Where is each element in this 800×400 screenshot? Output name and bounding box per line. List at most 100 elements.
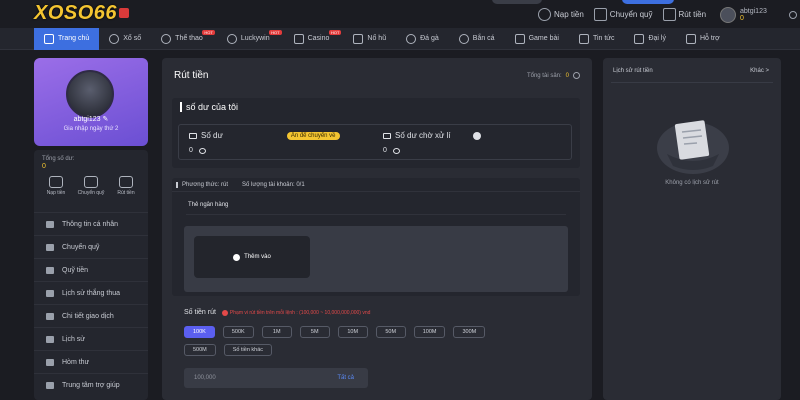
brand-logo[interactable]: XOSO66 [34, 0, 130, 26]
nav-item-sports[interactable]: Thể thao HOT [151, 28, 217, 50]
amount-chip-10m[interactable]: 10M [337, 326, 368, 338]
quick-actions: Nạp tiền Chuyển quỹ Rút tiền [40, 176, 142, 196]
method-header: Phương thức: rút Số lượng tài khoản: 0/1 [172, 178, 580, 192]
hot-badge: HOT [328, 29, 342, 35]
quick-deposit-button[interactable]: Nạp tiền [40, 176, 72, 196]
my-balance-section: số dư của tôi Số dư Ẩn để chuyển về 0 Số… [172, 98, 580, 168]
amount-label-row: Số tiền rút Phạm vi rút tiền trên mỗi lệ… [184, 309, 370, 316]
profile-avatar[interactable] [66, 70, 114, 118]
menu-item-history[interactable]: Lịch sử [34, 327, 148, 350]
amount-chip-5m[interactable]: 5M [299, 326, 330, 338]
nav-item-support[interactable]: Hỗ trợ [676, 28, 730, 50]
balance-value: 0 [189, 147, 193, 154]
hot-badge: HOT [202, 29, 215, 35]
amount-warning: Phạm vi rút tiền trên mỗi lệnh : (100,00… [221, 309, 371, 316]
pending-value-row: 0 [383, 147, 400, 154]
luckywin-icon [226, 33, 237, 44]
menu-item-win-loss[interactable]: Lịch sử thắng thua [34, 281, 148, 304]
nav-label: Game bài [528, 35, 559, 42]
amount-chip-100k[interactable]: 100K [184, 326, 215, 338]
total-assets: Tổng tài sản: 0 [527, 72, 580, 79]
coin-icon [198, 147, 206, 154]
withdraw-all-button[interactable]: Tất cả [337, 375, 354, 381]
amount-chip-50m[interactable]: 50M [375, 326, 406, 338]
amount-chip-500k[interactable]: 500K [222, 326, 254, 338]
cards-icon [514, 33, 525, 44]
history-title: Lịch sử rút tiền [613, 68, 653, 74]
quick-withdraw-button[interactable]: Rút tiền [110, 176, 142, 196]
menu-item-profile[interactable]: Thông tin cá nhân [34, 212, 148, 235]
nav-label: Casino [307, 35, 330, 42]
hide-transfer-badge[interactable]: Ẩn để chuyển về [286, 131, 340, 140]
amount-chip-300m[interactable]: 300M [453, 326, 486, 338]
empty-box-icon [657, 120, 729, 174]
nav-item-casino[interactable]: Casino HOT [284, 28, 344, 50]
tab-bank-card[interactable]: Thẻ ngân hàng [188, 202, 228, 208]
warning-icon [221, 309, 228, 316]
top-transfer-label: Chuyển quỹ [609, 10, 653, 19]
info-icon[interactable] [472, 131, 481, 140]
nav-item-cards[interactable]: Game bài [505, 28, 569, 50]
total-balance-value: 0 [42, 163, 46, 170]
casino-icon [293, 33, 304, 44]
amount-input-placeholder: 100,000 [194, 375, 216, 381]
nav-item-slots[interactable]: Nổ hũ [343, 28, 396, 50]
amount-chips: 100K 500K 1M 5M 10M 50M 100M 300M 500M S… [184, 326, 524, 356]
profile-username: abtgi123 ✎ [34, 115, 148, 123]
withdraw-method-section: Phương thức: rút Số lượng tài khoản: 0/1… [172, 178, 580, 296]
balance-label: Số dư [201, 131, 223, 140]
nav-label: Xổ số [123, 35, 142, 42]
refresh-icon[interactable] [573, 72, 580, 79]
menu-item-funds[interactable]: Quỹ tiền [34, 258, 148, 281]
menu-item-mailbox[interactable]: Hòm thư [34, 350, 148, 373]
nav-item-lottery[interactable]: Xổ số [99, 28, 151, 50]
refresh-icon[interactable] [788, 11, 797, 19]
top-user-menu[interactable]: abtgi123 0 ▾ [720, 7, 800, 23]
amount-warning-text: Phạm vi rút tiền trên mỗi lệnh : (100,00… [229, 309, 371, 316]
balance-value-row: 0 [189, 147, 206, 154]
top-pill-left[interactable] [492, 0, 542, 4]
menu-label: Trung tâm trợ giúp [62, 381, 120, 389]
tab-divider [186, 214, 566, 215]
nav-label: Tin tức [592, 35, 615, 42]
nav-item-home[interactable]: Trang chủ [34, 27, 100, 50]
history-more-link[interactable]: Khác > [750, 68, 769, 74]
amount-input[interactable]: 100,000 Tất cả [184, 368, 368, 388]
profile-login-info: Gia nhập ngày thứ 2 [63, 126, 119, 132]
top-withdraw-button[interactable]: Rút tiền [662, 8, 706, 21]
add-bank-card-button[interactable]: Thêm vào [194, 236, 310, 278]
wallet-icon [189, 132, 197, 139]
withdraw-panel: Rút tiền Tổng tài sản: 0 số dư của tôi S… [162, 58, 592, 400]
top-bar: XOSO66 Nạp tiền Chuyển quỹ Rút tiền abtg… [0, 0, 800, 28]
nav-item-news[interactable]: Tin tức [569, 28, 625, 50]
nav-item-luckywin[interactable]: Luckywin HOT [217, 28, 284, 50]
nav-item-fish[interactable]: Bắn cá [449, 28, 505, 50]
top-pill-right[interactable] [622, 0, 674, 4]
pending-value: 0 [383, 147, 387, 154]
agent-icon [634, 33, 645, 44]
profile-username-text: abtgi123 [73, 116, 101, 123]
account-count: Số lượng tài khoản: 0/1 [242, 182, 305, 188]
quick-transfer-button[interactable]: Chuyển quỹ [75, 176, 107, 196]
pending-label-row: Số dư chờ xử lí [383, 131, 481, 140]
menu-item-transfer[interactable]: Chuyển quỹ [34, 235, 148, 258]
transfer-icon [593, 8, 607, 21]
news-icon [578, 33, 589, 44]
amount-chip-other[interactable]: Số tiền khác [223, 344, 273, 356]
amount-chip-1m[interactable]: 1M [261, 326, 292, 338]
menu-item-help[interactable]: Trung tâm trợ giúp [34, 373, 148, 396]
account-count-label: Số lượng tài khoản: [242, 181, 295, 188]
fish-icon [458, 33, 469, 44]
nav-item-agent[interactable]: Đại lý [624, 28, 676, 50]
menu-item-transactions[interactable]: Chi tiết giao dịch [34, 304, 148, 327]
top-transfer-button[interactable]: Chuyển quỹ [593, 8, 653, 21]
help-icon [46, 381, 54, 389]
edit-icon[interactable]: ✎ [102, 116, 108, 123]
nav-label: Bắn cá [472, 35, 495, 42]
account-sidebar: Tổng số dư: 0 Nạp tiền Chuyển quỹ Rút ti… [34, 150, 148, 400]
amount-chip-500m[interactable]: 500M [184, 344, 216, 356]
top-deposit-button[interactable]: Nạp tiền [538, 8, 584, 21]
menu-label: Chi tiết giao dịch [62, 312, 114, 320]
nav-item-cockfight[interactable]: Đá gà [396, 28, 449, 50]
amount-chip-100m[interactable]: 100M [413, 326, 446, 338]
